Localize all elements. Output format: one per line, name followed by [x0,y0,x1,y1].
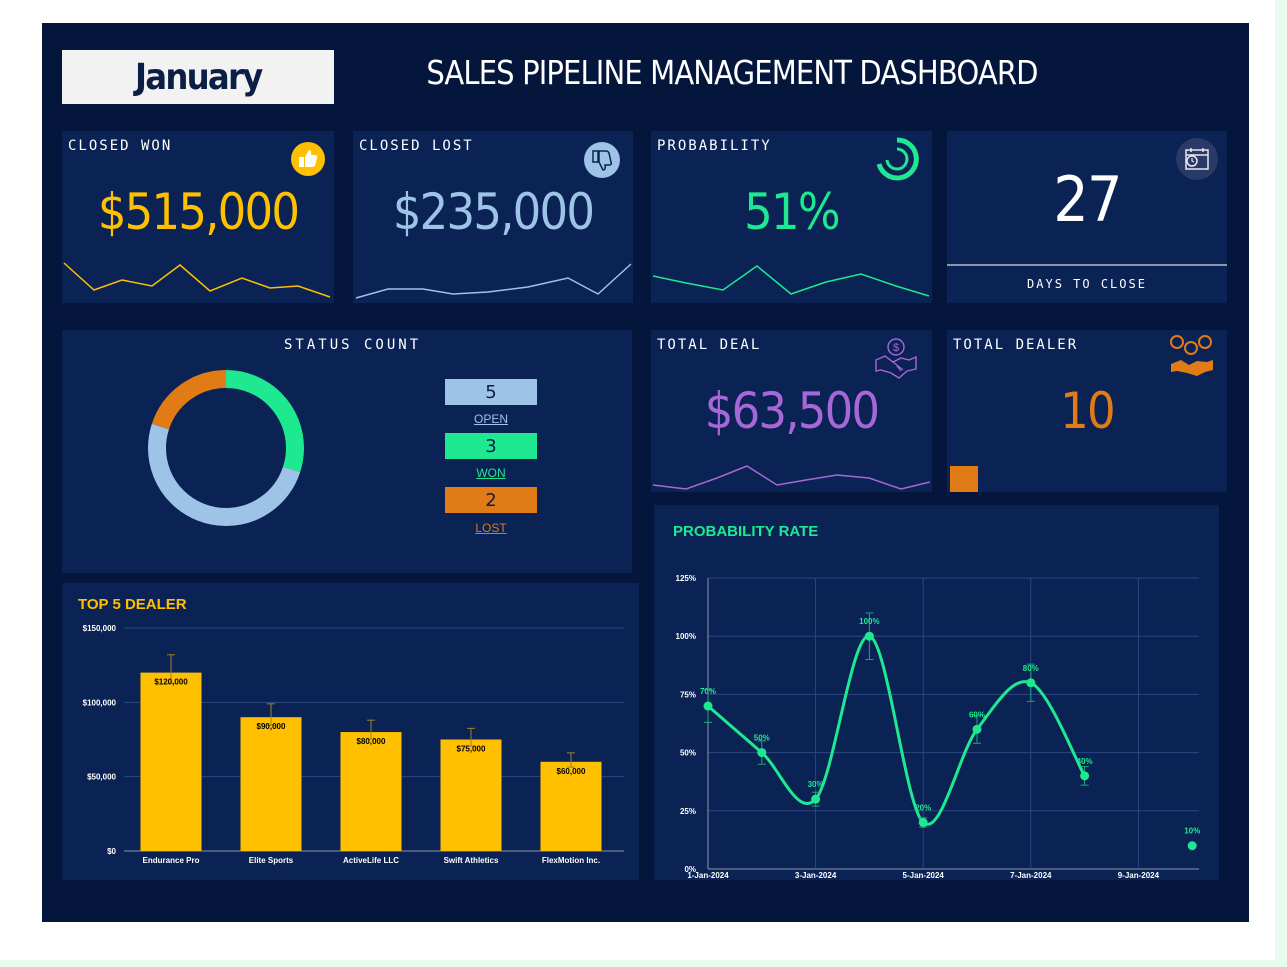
bar-data-label: $90,000 [257,722,286,731]
closed-won-label: CLOSED WON [68,138,173,154]
days-to-close-value: 27 [1053,163,1122,236]
line-x-tick-label: 3-Jan-2024 [795,871,837,880]
days-divider [947,264,1227,266]
total-dealer-bar [950,466,978,492]
line-point-9 [1187,841,1197,851]
bar-data-label: $80,000 [357,737,386,746]
bar-data-label: $120,000 [154,678,188,687]
status-open-count: 5 [445,379,537,405]
line-x-tick-label: 9-Jan-2024 [1118,871,1160,880]
total-dealer-label: TOTAL DEALER [953,337,1079,353]
line-data-label: 10% [1184,827,1200,836]
bar-data-label: $75,000 [457,745,486,754]
status-open-label[interactable]: OPEN [445,412,537,426]
total-deal-sparkline [652,465,931,490]
closed-won-value: $515,000 [97,183,300,241]
line-y-tick-label: 75% [680,690,696,699]
line-point-5 [918,817,928,827]
line-data-label: 60% [969,710,985,719]
handshake-dollar-icon: $ [873,336,919,385]
closed-won-sparkline [63,262,331,298]
bar-category-label: FlexMotion Inc. [542,856,600,865]
thumbs-down-icon [583,141,621,184]
bar-y-tick-label: $50,000 [87,773,116,782]
bar-3 [340,732,402,851]
status-count-card: STATUS COUNT 5 OPEN 3 WON 2 LOST [62,330,632,573]
closed-lost-label: CLOSED LOST [359,138,474,154]
status-donut-chart [148,370,304,526]
line-data-label: 100% [859,617,879,626]
probability-sparkline [652,265,930,297]
closed-lost-card: CLOSED LOST $235,000 [353,131,633,303]
line-point-1 [703,701,713,711]
line-x-tick-label: 7-Jan-2024 [1010,871,1052,880]
line-data-label: 20% [915,803,931,812]
line-point-6 [972,724,982,734]
bar-y-tick-label: $0 [107,847,116,856]
line-point-3 [811,794,821,804]
line-point-7 [1026,678,1036,688]
line-point-2 [757,748,767,758]
bar-y-tick-label: $150,000 [83,624,117,633]
line-y-tick-label: 50% [680,749,696,758]
line-data-label: 80% [1023,664,1039,673]
month-label: January [134,56,263,98]
svg-text:$: $ [893,342,899,354]
top-dealer-bar-chart: $0 $50,000 $100,000 $150,000 $120,000 Enduran… [83,624,624,865]
bar-data-label: $60,000 [557,767,586,776]
probability-label: PROBABILITY [657,138,772,154]
line-data-label: 40% [1077,757,1093,766]
right-edge-strip [1275,0,1287,967]
probability-rate-card: PROBABILITY RATE 0% 25% 50% 75% 100% 125% 1-Ja… [654,505,1219,880]
probability-rate-line-chart: 0%25%50%75%100%125%1-Jan-2024 3-Jan-2024 5… [676,574,1201,880]
status-won-count: 3 [445,433,537,459]
line-point-8 [1080,771,1090,781]
line-y-tick-label: 100% [676,632,696,641]
status-lost-count: 2 [445,487,537,513]
bar-category-label: ActiveLife LLC [343,856,399,865]
bar-4 [440,739,502,851]
total-dealer-value: 10 [1060,382,1115,440]
dealer-group-icon [1167,334,1215,383]
bar-1 [140,672,202,851]
bar-y-tick-label: $100,000 [83,698,117,707]
closed-lost-value: $235,000 [392,183,595,241]
days-to-close-label: DAYS TO CLOSE [1027,277,1147,291]
total-dealer-card: TOTAL DEALER 10 [947,330,1227,492]
line-data-label: 50% [754,734,770,743]
dashboard-panel: January SALES PIPELINE MANAGEMENT DASHBO… [42,23,1249,922]
line-data-label: 30% [808,780,824,789]
line-x-tick-label: 5-Jan-2024 [903,871,945,880]
line-y-tick-label: 125% [676,574,696,583]
status-won-label[interactable]: WON [445,466,537,480]
probability-value: 51% [744,183,840,241]
bar-2 [240,717,302,851]
line-point-4 [864,631,874,641]
bottom-edge-strip [0,960,1287,967]
closed-lost-sparkline [355,263,632,299]
progress-ring-icon [875,137,919,186]
thumbs-up-icon [290,141,326,182]
bar-category-label: Endurance Pro [143,856,200,865]
days-to-close-card: 27 DAYS TO CLOSE [947,131,1227,303]
bar-category-label: Swift Athletics [444,856,499,865]
month-selector[interactable]: January [62,50,334,104]
line-data-label: 70% [700,687,716,696]
probability-card: PROBABILITY 51% [651,131,932,303]
line-y-tick-label: 25% [680,807,696,816]
top-dealer-card: TOP 5 DEALER $0 $50,000 $100,000 $150,000 $1… [62,583,639,880]
total-deal-value: $63,500 [704,382,880,440]
total-deal-card: TOTAL DEAL $ $63,500 [651,330,932,492]
closed-won-card: CLOSED WON $515,000 [62,131,334,303]
dashboard-title: SALES PIPELINE MANAGEMENT DASHBOARD [426,53,1038,92]
bar-category-label: Elite Sports [249,856,294,865]
total-deal-label: TOTAL DEAL [657,337,762,353]
status-lost-label[interactable]: LOST [445,521,537,535]
status-count-title: STATUS COUNT [284,337,422,353]
line-x-tick-label: 1-Jan-2024 [687,871,729,880]
